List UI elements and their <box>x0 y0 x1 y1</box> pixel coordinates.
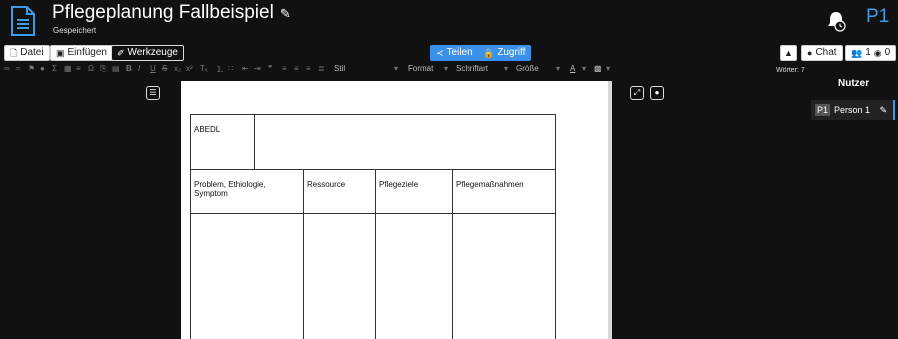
table-cell[interactable] <box>190 213 304 339</box>
align-left-icon[interactable]: ≡ <box>282 64 287 73</box>
size-dropdown-icon[interactable]: ▾ <box>556 64 560 73</box>
users-panel-title: Nutzer <box>838 78 870 89</box>
document-icon <box>11 6 35 36</box>
abedl-value-cell[interactable] <box>254 114 556 170</box>
table-row: Problem, Ethiologie, Symptom Ressource P… <box>190 169 556 214</box>
table-header-cell[interactable]: Problem, Ethiologie, Symptom <box>190 169 304 214</box>
bold-icon[interactable]: B <box>126 64 132 73</box>
link-icon[interactable]: ∞ <box>4 64 10 73</box>
pencil-icon[interactable]: ✎ <box>879 105 887 116</box>
align-center-icon[interactable]: ≡ <box>294 64 299 73</box>
chat-icon: ● <box>807 48 813 58</box>
pencil-icon[interactable]: ✎ <box>280 6 291 21</box>
share-label: Teilen <box>446 47 473 58</box>
insert-menu-button[interactable]: ▣ Einfügen <box>50 45 113 61</box>
strikethrough-icon[interactable]: S <box>162 64 167 73</box>
save-status: Gespeichert <box>53 26 97 35</box>
users-icon: 👥 <box>851 48 863 58</box>
unlink-icon[interactable]: ≈ <box>16 64 20 73</box>
italic-icon[interactable]: I <box>138 64 140 73</box>
abedl-cell[interactable]: ABEDL <box>190 114 255 170</box>
page-break-icon[interactable]: ⎘ <box>100 64 106 74</box>
justify-icon[interactable]: ≣ <box>318 64 325 73</box>
text-color-icon[interactable]: A <box>570 64 575 73</box>
table-row <box>190 213 556 339</box>
users-count: 1 <box>865 47 871 58</box>
file-menu-label: Datei <box>20 47 44 58</box>
align-right-icon[interactable]: ≡ <box>306 64 311 73</box>
size-select[interactable]: Größe <box>516 64 539 73</box>
outdent-icon[interactable]: ⇤ <box>242 64 249 73</box>
file-icon: 🗋 <box>10 48 18 58</box>
tools-menu-label: Werkzeuge <box>127 47 178 58</box>
lock-icon: 🔒 <box>483 48 495 58</box>
user-list-item[interactable]: P1 Person 1 ✎ <box>811 100 895 120</box>
blockquote-icon[interactable]: ❞ <box>268 64 272 73</box>
eye-icon: ◉ <box>873 48 882 58</box>
share-button[interactable]: ≺ Teilen <box>430 45 479 61</box>
style-dropdown-icon[interactable]: ▾ <box>394 64 398 73</box>
notification-bell-icon[interactable] <box>826 10 846 32</box>
table-row: ABEDL <box>190 114 556 170</box>
superscript-icon[interactable]: x² <box>186 64 193 73</box>
subscript-icon[interactable]: x₂ <box>174 64 181 73</box>
viewers-count: 0 <box>884 47 891 58</box>
table-header-cell[interactable]: Ressource <box>303 169 376 214</box>
outline-toggle-icon[interactable]: ☰ <box>146 86 160 100</box>
chat-label: Chat <box>815 47 837 58</box>
format-dropdown-icon[interactable]: ▾ <box>444 64 448 73</box>
users-count-button[interactable]: 👥 1 ◉ 0 <box>845 45 897 61</box>
special-char-icon[interactable]: Ω <box>88 64 94 73</box>
comment-icon[interactable]: ● <box>40 64 45 73</box>
current-user-initials[interactable]: P1 <box>866 6 889 28</box>
table-cell[interactable] <box>452 213 556 339</box>
font-select[interactable]: Schriftart <box>456 64 488 73</box>
sigma-icon[interactable]: Σ <box>52 64 57 73</box>
document-page[interactable]: ABEDL Problem, Ethiologie, Symptom Resso… <box>181 81 608 339</box>
chevron-up-icon: ▲ <box>784 48 793 58</box>
share-icon: ≺ <box>436 48 444 58</box>
bullet-list-icon[interactable]: ∷ <box>228 64 233 73</box>
app-header: Pflegeplanung Fallbeispiel ✎ Gespeichert … <box>0 0 898 42</box>
style-select[interactable]: Stil <box>334 64 345 73</box>
text-color-dropdown-icon[interactable]: ▾ <box>582 64 586 73</box>
background-color-dropdown-icon[interactable]: ▾ <box>606 64 610 73</box>
access-button[interactable]: 🔒 Zugriff <box>477 45 532 61</box>
table-cell[interactable] <box>375 213 453 339</box>
access-label: Zugriff <box>497 47 526 58</box>
underline-icon[interactable]: U <box>150 64 156 73</box>
ordered-list-icon[interactable]: ⒈ <box>216 64 224 75</box>
chat-button[interactable]: ● Chat <box>801 45 843 61</box>
wrench-icon: ✐ <box>117 48 125 58</box>
care-plan-table[interactable]: ABEDL Problem, Ethiologie, Symptom Resso… <box>190 114 556 339</box>
tools-menu-button[interactable]: ✐ Werkzeuge <box>111 45 184 61</box>
format-select[interactable]: Format <box>408 64 433 73</box>
app-root: Pflegeplanung Fallbeispiel ✎ Gespeichert … <box>0 0 898 339</box>
background-color-icon[interactable]: ▩ <box>594 64 602 73</box>
template-icon[interactable]: ▤ <box>112 64 120 73</box>
document-title-text[interactable]: Pflegeplanung Fallbeispiel <box>52 2 274 23</box>
formatting-toolbar: ∞ ≈ ⚑ ● Σ ▦ ≡ Ω ⎘ ▤ B I U S x₂ x² Tₓ ⒈ ∷… <box>4 64 664 78</box>
collapse-button[interactable]: ▲ <box>780 45 797 61</box>
font-dropdown-icon[interactable]: ▾ <box>504 64 508 73</box>
flag-icon[interactable]: ⚑ <box>28 64 35 73</box>
table-icon[interactable]: ▦ <box>64 64 72 73</box>
expand-icon[interactable]: ⤢ <box>630 86 644 100</box>
file-menu-button[interactable]: 🗋 Datei <box>4 45 50 61</box>
document-title[interactable]: Pflegeplanung Fallbeispiel ✎ <box>52 2 291 24</box>
table-header-cell[interactable]: Pflegeziele <box>375 169 453 214</box>
indent-icon[interactable]: ⇥ <box>254 64 261 73</box>
page-edge <box>608 81 612 339</box>
clear-format-icon[interactable]: Tₓ <box>200 64 208 73</box>
table-cell[interactable] <box>303 213 376 339</box>
user-avatar: P1 <box>815 104 831 116</box>
user-name: Person 1 <box>834 105 871 115</box>
table-header-cell[interactable]: Pflegemaßnahmen <box>452 169 556 214</box>
comments-toggle-icon[interactable]: ● <box>650 86 664 100</box>
word-count: Wörter: 7 <box>776 67 805 74</box>
insert-menu-label: Einfügen <box>67 47 107 58</box>
horizontal-line-icon[interactable]: ≡ <box>76 64 81 73</box>
image-icon: ▣ <box>56 48 65 58</box>
